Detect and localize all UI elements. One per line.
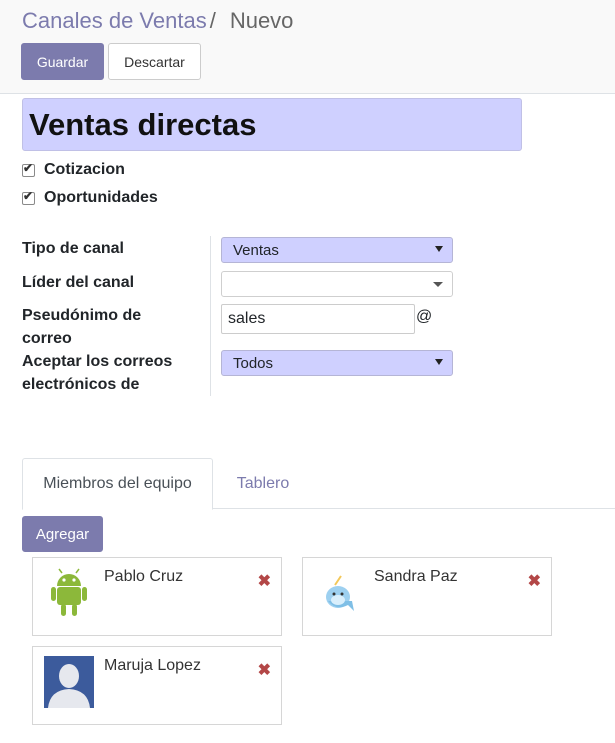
discard-button[interactable]: Descartar	[108, 43, 201, 80]
opportunities-checkbox[interactable]: ✔	[22, 188, 35, 205]
member-name: Sandra Paz	[374, 568, 458, 585]
remove-icon[interactable]: ✖	[528, 571, 541, 591]
member-card[interactable]: Sandra Paz ✖	[302, 557, 552, 636]
channel-type-select[interactable]: Ventas	[221, 237, 453, 263]
accept-emails-label-line1: Aceptar los correos	[22, 353, 173, 370]
caret-down-icon	[435, 359, 443, 365]
accept-emails-label-line2: electrónicos de	[22, 376, 140, 393]
label-divider	[210, 236, 211, 396]
add-member-button[interactable]: Agregar	[22, 516, 103, 552]
tab-team-members[interactable]: Miembros del equipo	[22, 458, 213, 510]
caret-down-icon	[433, 282, 443, 287]
tab-dashboard[interactable]: Tablero	[213, 458, 313, 509]
member-name: Pablo Cruz	[104, 568, 184, 585]
member-card[interactable]: Maruja Lopez ✖	[32, 646, 282, 725]
checkbox-row-quotations[interactable]: ✔ Cotizacion	[22, 161, 125, 179]
channel-leader-label: Líder del canal	[22, 274, 135, 291]
caret-down-icon	[435, 246, 443, 252]
breadcrumb-separator: /	[209, 8, 216, 33]
control-panel: Canales de Ventas / Nuevo Guardar Descarta…	[0, 0, 615, 94]
member-card[interactable]: Pablo Cruz ✖	[32, 557, 282, 636]
email-alias-input[interactable]: sales	[221, 304, 415, 334]
quotations-checkbox[interactable]: ✔	[22, 160, 35, 177]
checkbox-row-opportunities[interactable]: ✔ Oportunidades	[22, 189, 158, 207]
breadcrumb-parent-link[interactable]: Canales de Ventas	[22, 8, 207, 33]
remove-icon[interactable]: ✖	[258, 660, 271, 680]
email-domain-suffix: @	[416, 308, 433, 325]
breadcrumb-current: Nuevo	[229, 8, 294, 33]
accept-emails-select[interactable]: Todos	[221, 350, 453, 376]
default-user-icon	[44, 656, 94, 708]
channel-type-value: Ventas	[233, 241, 279, 259]
email-alias-label: Pseudónimo de correo	[22, 304, 192, 350]
member-name: Maruja Lopez	[104, 657, 201, 674]
email-alias-label-line1: Pseudónimo de	[22, 307, 142, 324]
remove-icon[interactable]: ✖	[258, 571, 271, 591]
check-icon: ✔	[23, 188, 34, 203]
breadcrumb: Canales de Ventas / Nuevo	[22, 8, 293, 34]
save-button[interactable]: Guardar	[21, 43, 104, 80]
android-icon	[44, 567, 94, 619]
form-sheet: Ventas directas ✔ Cotizacion ✔ Oportunid…	[0, 94, 615, 743]
accept-emails-value: Todos	[233, 354, 274, 372]
email-alias-label-line2: correo	[22, 330, 72, 347]
accept-emails-label: Aceptar los correos electrónicos de	[22, 350, 192, 396]
channel-leader-select[interactable]	[221, 271, 453, 297]
check-icon: ✔	[23, 160, 34, 175]
channel-type-label: Tipo de canal	[22, 240, 124, 257]
opportunities-label: Oportunidades	[44, 189, 158, 206]
channel-name-input[interactable]: Ventas directas	[22, 98, 522, 151]
narwhal-icon	[314, 567, 364, 619]
quotations-label: Cotizacion	[44, 161, 125, 178]
notebook-tabs: Miembros del equipo Tablero	[22, 458, 615, 510]
